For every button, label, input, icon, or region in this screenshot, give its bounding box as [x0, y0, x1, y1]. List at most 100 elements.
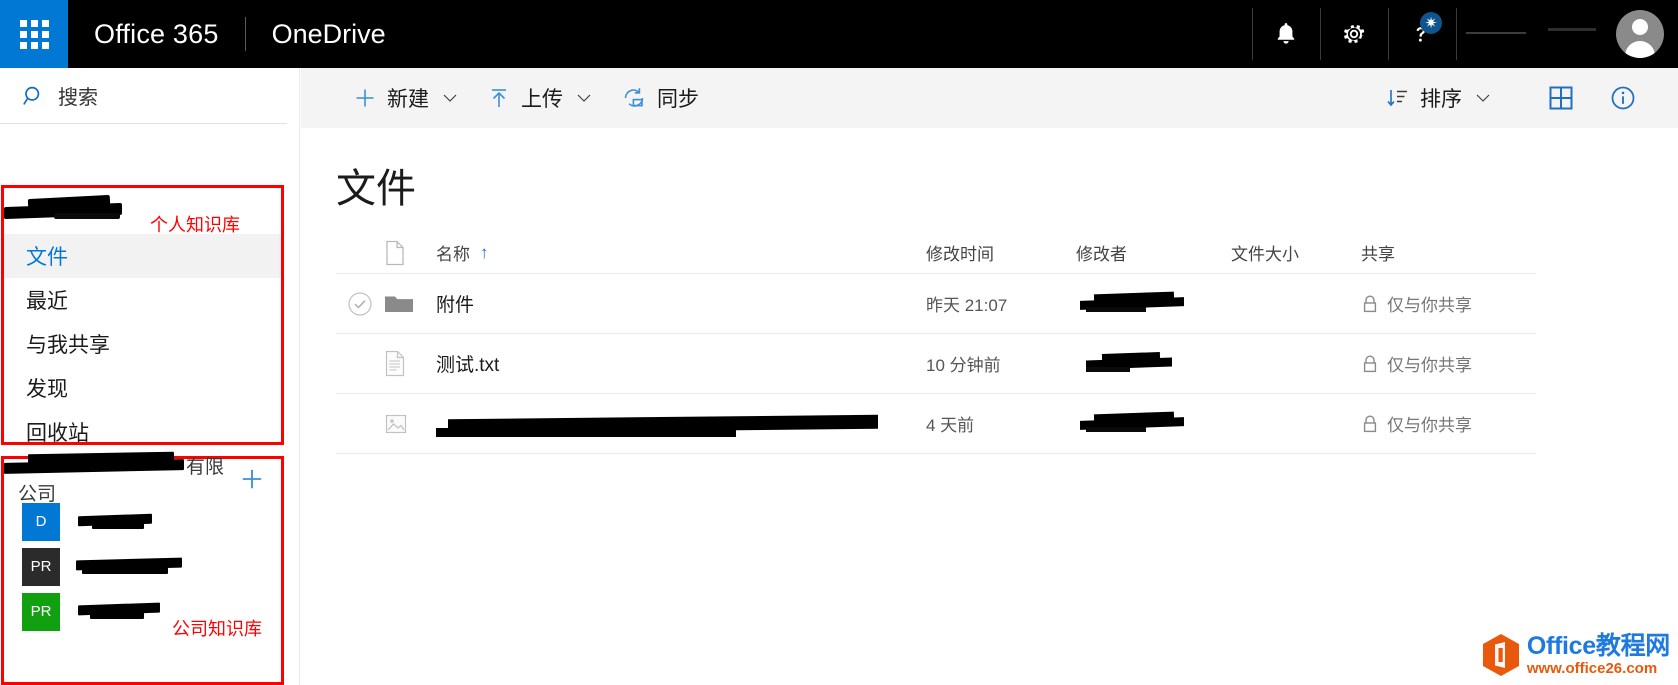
- text-file-icon: [385, 350, 405, 377]
- sharing-label: 仅与你共享: [1387, 296, 1472, 315]
- sidebar-item-shared-with-me[interactable]: 与我共享: [4, 322, 281, 366]
- watermark-title: Office教程网: [1526, 632, 1670, 660]
- watermark-text: Office教程网 www.office26.com: [1526, 632, 1670, 677]
- row-name[interactable]: 附件: [436, 290, 926, 317]
- modified-column-header[interactable]: 修改时间: [926, 240, 1076, 265]
- size-column-header[interactable]: 文件大小: [1231, 240, 1361, 265]
- new-button[interactable]: 新建: [339, 68, 473, 128]
- plus-icon: [242, 469, 262, 489]
- chevron-down-icon: [575, 89, 593, 107]
- file-list-table: 名称 ↑ 修改时间 修改者 文件大小 共享 附件 昨天 21:07 仅与你共享 …: [336, 232, 1536, 454]
- name-column-header[interactable]: 名称 ↑: [436, 240, 926, 265]
- page-title: 文件: [336, 167, 416, 211]
- row-file-icon: [384, 350, 436, 377]
- sort-descending-icon: [1386, 86, 1410, 110]
- row-file-icon: [384, 412, 436, 436]
- office-hexagon-logo: [1482, 634, 1519, 676]
- modified-by-column-header[interactable]: 修改者: [1076, 240, 1231, 265]
- upload-button-label: 上传: [521, 88, 563, 111]
- image-file-icon: [385, 414, 407, 433]
- table-row[interactable]: 4 天前 仅与你共享: [336, 394, 1536, 454]
- search-placeholder: 搜索: [58, 87, 98, 109]
- row-sharing[interactable]: 仅与你共享: [1361, 291, 1536, 316]
- onedrive-app-label: OneDrive: [271, 18, 386, 49]
- table-header-row: 名称 ↑ 修改时间 修改者 文件大小 共享: [336, 232, 1536, 274]
- file-type-column-header[interactable]: [384, 240, 436, 266]
- username-redacted: [1456, 28, 1606, 40]
- row-name-label: 附件: [436, 295, 475, 316]
- header-divider: [1252, 8, 1253, 60]
- sharing-status: 仅与你共享: [1361, 291, 1472, 316]
- account-area[interactable]: [1456, 0, 1678, 68]
- site-badge: D: [22, 502, 60, 541]
- help-button[interactable]: ✷: [1388, 0, 1456, 68]
- tiles-view-icon: [1549, 86, 1573, 110]
- sharing-column-header[interactable]: 共享: [1361, 240, 1536, 265]
- row-name[interactable]: [436, 404, 926, 444]
- sharing-label: 仅与你共享: [1387, 416, 1472, 435]
- sync-button-label: 同步: [657, 88, 699, 111]
- company-sites-group: 有限公司 D PR PR: [1, 451, 284, 685]
- lock-icon: [1361, 414, 1379, 434]
- table-row[interactable]: 测试.txt 10 分钟前 仅与你共享: [336, 334, 1536, 394]
- document-icon: [386, 240, 404, 265]
- modified-by-redacted: [1076, 351, 1196, 376]
- sidebar-item-discover[interactable]: 发现: [4, 366, 281, 410]
- header-divider: [1320, 8, 1321, 60]
- suite-header: Office 365 OneDrive ✷: [0, 0, 1678, 68]
- sync-button[interactable]: 同步: [607, 68, 713, 128]
- search-input[interactable]: 搜索: [0, 68, 287, 124]
- settings-button[interactable]: [1320, 0, 1388, 68]
- modified-by-redacted: [1076, 411, 1196, 436]
- office365-brand[interactable]: Office 365: [68, 0, 245, 68]
- site-badge: PR: [22, 592, 60, 631]
- site-name-redacted: [76, 512, 281, 532]
- upload-button[interactable]: 上传: [473, 68, 607, 128]
- details-pane-button[interactable]: [1592, 68, 1654, 128]
- command-bar: 新建 上传 同步 排序: [301, 68, 1678, 128]
- site-item[interactable]: D: [4, 499, 281, 544]
- app-launcher-button[interactable]: [0, 0, 68, 68]
- view-options-button[interactable]: [1530, 68, 1592, 128]
- name-column-label: 名称: [436, 245, 470, 264]
- circle-check-icon: [348, 291, 372, 316]
- site-item[interactable]: PR: [4, 544, 281, 589]
- sort-button[interactable]: 排序: [1372, 68, 1506, 128]
- sidebar-item-recycle-bin[interactable]: 回收站: [4, 410, 281, 454]
- new-button-label: 新建: [387, 88, 429, 111]
- add-site-button[interactable]: [237, 464, 267, 494]
- notifications-button[interactable]: [1252, 0, 1320, 68]
- row-sharing[interactable]: 仅与你共享: [1361, 351, 1536, 376]
- row-modified: 昨天 21:07: [926, 296, 1008, 315]
- row-name-label: 测试.txt: [436, 355, 500, 376]
- personal-nav-group: 文件 最近 与我共享 发现 回收站: [1, 185, 284, 445]
- site-badge: PR: [22, 547, 60, 586]
- row-modified-by: [1076, 351, 1231, 376]
- sidebar-item-recent[interactable]: 最近: [4, 278, 281, 322]
- sharing-status: 仅与你共享: [1361, 411, 1472, 436]
- sharing-status: 仅与你共享: [1361, 351, 1472, 376]
- sidebar-item-files[interactable]: 文件: [4, 234, 281, 278]
- row-name[interactable]: 测试.txt: [436, 350, 926, 377]
- sync-icon: [621, 85, 647, 111]
- avatar[interactable]: [1616, 10, 1664, 58]
- row-select-checkbox[interactable]: [336, 291, 384, 317]
- site-watermark: Office教程网 www.office26.com: [1481, 633, 1670, 677]
- avatar-body-icon: [1625, 41, 1655, 58]
- row-name-redacted: [436, 404, 896, 444]
- bell-icon: [1277, 23, 1295, 44]
- row-modified: 10 分钟前: [926, 356, 1001, 375]
- row-sharing[interactable]: 仅与你共享: [1361, 411, 1536, 436]
- information-icon: [1611, 86, 1635, 110]
- onedrive-app-title[interactable]: OneDrive: [246, 0, 412, 68]
- chevron-down-icon: [1474, 89, 1492, 107]
- modified-by-redacted: [1076, 291, 1196, 316]
- office365-brand-label: Office 365: [94, 18, 219, 49]
- site-badge-label: PR: [30, 558, 52, 575]
- sharing-label: 仅与你共享: [1387, 356, 1472, 375]
- personal-library-annotation: 个人知识库: [150, 215, 240, 235]
- row-modified-by: [1076, 291, 1231, 316]
- sort-button-label: 排序: [1420, 88, 1462, 111]
- row-modified-by: [1076, 411, 1231, 436]
- table-row[interactable]: 附件 昨天 21:07 仅与你共享: [336, 274, 1536, 334]
